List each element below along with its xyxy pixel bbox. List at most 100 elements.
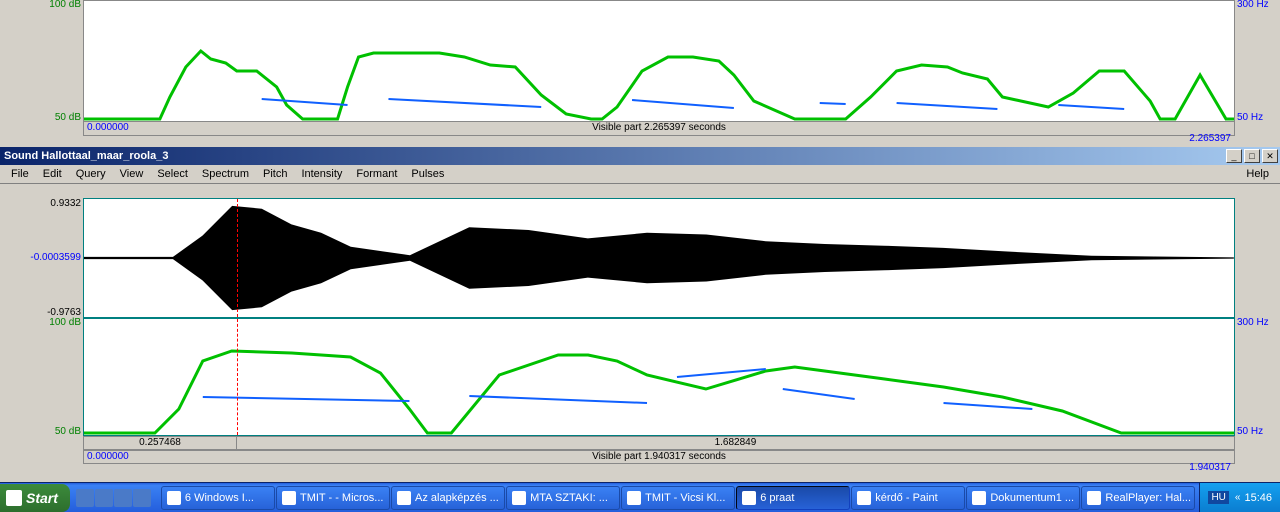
task-label: TMIT - Vicsi Kl... [645,492,725,504]
tray-chevron-icon[interactable]: « [1235,492,1241,503]
task-item[interactable]: 6 praat [736,486,850,510]
window-title-bar[interactable]: Sound Hallottaal_maar_roola_3 _ □ ✕ [0,147,1280,165]
app-icon [282,491,296,505]
menu-bar: File Edit Query View Select Spectrum Pit… [0,165,1280,184]
pitch-seg-4 [820,103,846,104]
maximize-button[interactable]: □ [1244,149,1260,163]
menu-file[interactable]: File [4,166,36,182]
pitch-seg-b [469,396,647,403]
app-icon [742,491,756,505]
selection-seg-1[interactable]: 0.257468 [84,437,237,449]
task-item[interactable]: kérdő - Paint [851,486,965,510]
menu-pulses[interactable]: Pulses [404,166,451,182]
minimize-button[interactable]: _ [1226,149,1242,163]
analysis-plot[interactable] [83,318,1235,436]
amplitude-axis: 0.9332 -0.0003599 -0.9763 [0,198,83,318]
full-time-end: 1.940317 [1189,462,1231,473]
task-label: Az alapképzés ... [415,492,499,504]
task-label: kérdő - Paint [875,492,937,504]
task-item[interactable]: Dokumentum1 ... [966,486,1080,510]
top-plot-area[interactable] [83,0,1235,122]
pitch-seg-d [783,389,855,399]
analysis-hz-axis: 300 Hz 50 Hz [1235,318,1280,436]
hz-top: 300 Hz [1237,317,1269,328]
hz-top-tick: 300 Hz [1237,0,1269,10]
top-hz-axis: 300 Hz 50 Hz [1235,0,1280,122]
menu-select[interactable]: Select [150,166,195,182]
sound-editor: 0.257468 0.9332 -0.0003599 -0.9763 100 d… [0,198,1280,488]
pitch-seg-2 [388,99,541,107]
pitch-seg-e [944,403,1033,409]
task-item[interactable]: RealPlayer: Hal... [1081,486,1195,510]
task-label: MTA SZTAKI: ... [530,492,608,504]
menu-query[interactable]: Query [69,166,113,182]
quick-launch [70,489,157,507]
app-icon [627,491,641,505]
task-label: 6 Windows I... [185,492,254,504]
task-items: 6 Windows I... TMIT - - Micros... Az alapk… [157,486,1200,510]
language-indicator[interactable]: HU [1208,491,1228,504]
windows-logo-icon [6,490,22,506]
time-end: 2.265397 [1189,133,1231,144]
media-player-icon[interactable] [114,489,132,507]
db-top: 100 dB [49,317,81,328]
taskbar: Start 6 Windows I... TMIT - - Micros... Az… [0,482,1280,512]
menu-intensity[interactable]: Intensity [294,166,349,182]
menu-edit[interactable]: Edit [36,166,69,182]
waveform-envelope [84,206,1234,310]
full-time-start: 0.000000 [87,451,129,462]
selection-seg-2[interactable]: 1.682849 [237,437,1234,449]
task-label: 6 praat [760,492,794,504]
amp-mid: -0.0003599 [30,252,81,263]
time-start: 0.000000 [87,122,129,133]
app-icon [1087,491,1101,505]
task-item[interactable]: TMIT - - Micros... [276,486,390,510]
menu-help[interactable]: Help [1239,166,1276,182]
pitch-seg-a [203,397,410,401]
pitch-seg-1 [262,99,348,105]
db-bottom: 50 dB [55,426,81,437]
ie-icon[interactable] [95,489,113,507]
full-time-bar[interactable]: 0.000000 Visible part 1.940317 seconds 1… [83,450,1235,464]
system-tray[interactable]: HU « 15:46 [1199,483,1280,512]
task-label: TMIT - - Micros... [300,492,384,504]
top-time-bar[interactable]: 0.000000 Visible part 2.265397 seconds 2… [83,122,1235,136]
menu-pitch[interactable]: Pitch [256,166,294,182]
app-icon [512,491,526,505]
clock[interactable]: 15:46 [1244,492,1272,504]
task-item[interactable]: MTA SZTAKI: ... [506,486,620,510]
analysis-row: 100 dB 50 dB 300 Hz 50 Hz [0,318,1280,436]
amp-max: 0.9332 [50,198,81,209]
hz-bottom: 50 Hz [1237,426,1263,437]
pitch-seg-3 [632,100,734,108]
top-db-axis: 100 dB 50 dB [0,0,83,122]
task-item[interactable]: TMIT - Vicsi Kl... [621,486,735,510]
show-desktop-icon[interactable] [76,489,94,507]
menu-view[interactable]: View [113,166,151,182]
quick-launch-chevron-icon[interactable] [133,489,151,507]
close-button[interactable]: ✕ [1262,149,1278,163]
selection-bar[interactable]: 0.257468 1.682849 [83,436,1235,450]
start-button[interactable]: Start [0,484,70,512]
task-item[interactable]: 6 Windows I... [161,486,275,510]
task-item[interactable]: Az alapképzés ... [391,486,505,510]
waveform-row: 0.9332 -0.0003599 -0.9763 [0,198,1280,318]
waveform-plot[interactable] [83,198,1235,318]
top-intensity-pitch-chart: 100 dB 50 dB 300 Hz 50 Hz 0.000000 Visib… [0,0,1280,147]
task-label: Dokumentum1 ... [990,492,1074,504]
analysis-db-axis: 100 dB 50 dB [0,318,83,436]
db-top-tick: 100 dB [49,0,81,10]
app-icon [397,491,411,505]
menu-spectrum[interactable]: Spectrum [195,166,256,182]
intensity-curve-2 [84,351,1234,433]
intensity-curve [84,51,1234,119]
db-bottom-tick: 50 dB [55,112,81,123]
pitch-seg-5 [897,103,998,109]
window-title: Sound Hallottaal_maar_roola_3 [4,150,1226,162]
pitch-seg-6 [1058,105,1124,109]
task-label: RealPlayer: Hal... [1105,492,1191,504]
full-visible-label: Visible part 1.940317 seconds [84,451,1234,462]
app-icon [857,491,871,505]
menu-formant[interactable]: Formant [349,166,404,182]
hz-bottom-tick: 50 Hz [1237,112,1263,123]
